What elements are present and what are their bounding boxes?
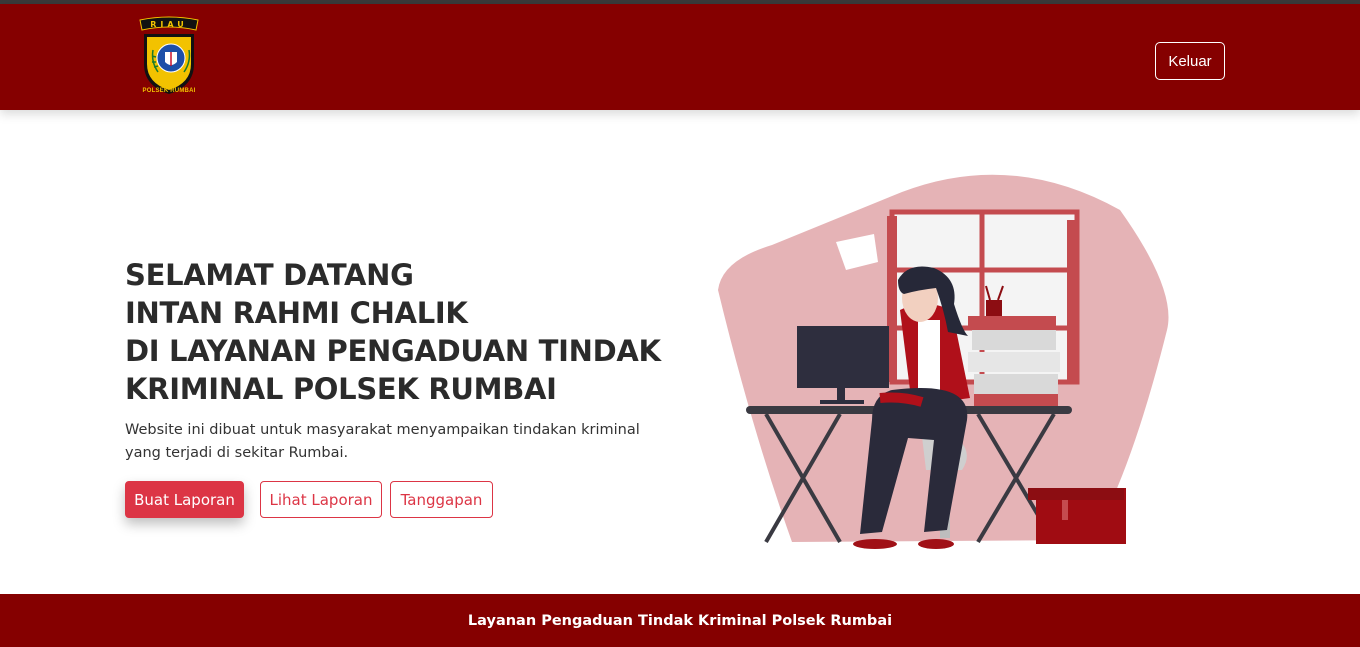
create-report-button[interactable]: Buat Laporan [125,481,244,518]
footer: Layanan Pengaduan Tindak Kriminal Polsek… [0,594,1360,647]
svg-text:RIAU: RIAU [150,20,188,29]
responses-button[interactable]: Tanggapan [390,481,493,518]
woman-working-illustration [718,174,1169,549]
logo-caption: POLSEK RUMBAI [142,88,196,94]
hero-description: Website ini dibuat untuk masyarakat meny… [125,422,640,461]
view-report-button[interactable]: Lihat Laporan [260,481,382,518]
hero-title-line-3: DI LAYANAN PENGADUAN TINDAK [125,334,661,368]
hero-user-name: INTAN RAHMI CHALIK [125,296,468,330]
logout-button[interactable]: Keluar [1155,42,1225,80]
hero-title-line-4: KRIMINAL POLSEK RUMBAI [125,372,557,406]
footer-text: Layanan Pengaduan Tindak Kriminal Polsek… [467,612,893,629]
navbar: RIAU POLSEK RUMBAI Keluar [0,4,1360,110]
hero-title: SELAMAT DATANG INTAN RAHMI CHALIK DI LAY… [125,256,685,408]
hero-greeting: SELAMAT DATANG [125,258,414,292]
